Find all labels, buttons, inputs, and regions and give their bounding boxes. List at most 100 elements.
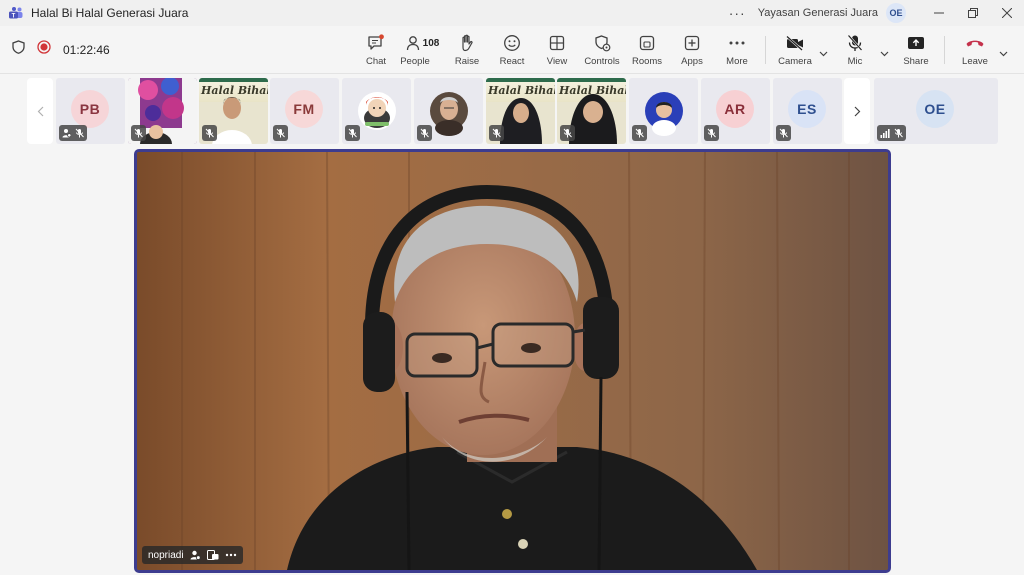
participant-tile[interactable]: Halal Bihalal (199, 78, 268, 144)
camera-options-chevron-icon[interactable] (819, 44, 828, 62)
self-view-tile[interactable]: OE (874, 78, 998, 144)
teams-logo-icon: T (9, 6, 23, 20)
svg-text:T: T (12, 13, 16, 19)
apps-button[interactable]: Apps (669, 32, 715, 70)
participant-tile[interactable] (414, 78, 483, 144)
mic-muted-icon (563, 128, 572, 138)
attendee-icon (62, 129, 71, 138)
attendee-icon (190, 550, 201, 560)
chat-icon (367, 32, 385, 54)
chat-button[interactable]: Chat (353, 32, 399, 70)
speaker-name: nopriadi (148, 549, 184, 561)
main-speaker-video[interactable]: nopriadi (134, 149, 891, 573)
chevron-left-icon (37, 106, 43, 116)
leave-label: Leave (962, 56, 988, 67)
rooms-label: Rooms (631, 56, 663, 67)
shield-icon[interactable] (12, 40, 25, 59)
organization-name: Yayasan Generasi Juara (757, 7, 878, 19)
minimize-icon[interactable] (922, 0, 956, 26)
add-apps-icon (684, 32, 700, 54)
leave-button[interactable]: Leave (952, 32, 998, 70)
mic-off-icon (847, 32, 863, 54)
react-button[interactable]: React (489, 32, 535, 70)
participant-status-badge (489, 125, 504, 141)
smiley-icon (503, 32, 521, 54)
mic-muted-icon (707, 128, 716, 138)
participant-strip: PB Halal Bihalal (0, 76, 1024, 148)
participant-status-badge (704, 125, 719, 141)
toolbar-divider (944, 36, 945, 64)
mic-muted-icon (348, 128, 357, 138)
hang-up-icon (965, 32, 985, 54)
restore-icon[interactable] (956, 0, 990, 26)
participant-avatar: PB (71, 90, 109, 128)
mic-muted-icon (492, 128, 501, 138)
participant-status-badge (59, 125, 87, 141)
participant-status-badge (560, 125, 575, 141)
participant-tile[interactable]: Halal Bihalal (557, 78, 626, 144)
title-bar: T Halal Bi Halal Generasi Juara ··· Yaya… (0, 0, 1024, 26)
participant-tile[interactable]: ES (773, 78, 842, 144)
mic-label: Mic (847, 56, 863, 67)
rooms-icon (639, 32, 655, 54)
participant-status-badge (776, 125, 791, 141)
controls-button[interactable]: Controls (579, 32, 625, 70)
speaker-video-feed (137, 152, 888, 570)
grid-view-icon (549, 32, 565, 54)
rooms-button[interactable]: Rooms (624, 32, 670, 70)
participant-status-badge (632, 125, 647, 141)
more-label: More (726, 56, 748, 67)
participant-tile[interactable]: Halal Bihalal (486, 78, 555, 144)
participant-tile[interactable] (342, 78, 411, 144)
participant-avatar: FM (285, 90, 323, 128)
mic-muted-icon (420, 128, 429, 138)
share-button[interactable]: Share (893, 32, 939, 70)
participant-status-badge (131, 125, 146, 141)
meeting-timer: 01:22:46 (63, 42, 110, 57)
participant-tile[interactable] (629, 78, 698, 144)
mic-muted-icon (779, 128, 788, 138)
meeting-toolbar: 01:22:46 Chat 108 People Raise React Vie… (0, 26, 1024, 74)
raise-hand-button[interactable]: Raise (444, 32, 490, 70)
participant-status-badge (417, 125, 432, 141)
people-label: People (400, 56, 430, 67)
close-icon[interactable] (990, 0, 1024, 26)
participant-tile[interactable]: AR (701, 78, 770, 144)
view-button[interactable]: View (534, 32, 580, 70)
people-button[interactable]: 108 People (399, 32, 445, 70)
raise-hand-icon (459, 32, 475, 54)
next-participants-button[interactable] (844, 78, 870, 144)
participant-tile[interactable] (128, 78, 197, 144)
leave-options-chevron-icon[interactable] (999, 44, 1008, 62)
more-options-icon[interactable] (225, 553, 237, 557)
controls-label: Controls (584, 56, 620, 67)
user-avatar[interactable]: OE (886, 3, 906, 23)
speaker-name-tag: nopriadi (142, 546, 243, 564)
previous-participants-button[interactable] (27, 78, 53, 144)
participant-tile[interactable]: PB (56, 78, 125, 144)
camera-off-icon (785, 32, 805, 54)
chevron-right-icon (854, 106, 860, 116)
toolbar-divider (765, 36, 766, 64)
participant-avatar: ES (788, 90, 826, 128)
mic-muted-icon (894, 128, 903, 138)
more-button[interactable]: More (714, 32, 760, 70)
mic-muted-icon (635, 128, 644, 138)
raise-label: Raise (454, 56, 480, 67)
apps-label: Apps (681, 56, 703, 67)
mic-muted-icon (205, 128, 214, 138)
participant-avatar: AR (716, 90, 754, 128)
shield-settings-icon (594, 32, 611, 54)
mic-muted-icon (134, 128, 143, 138)
more-options-icon[interactable]: ··· (729, 5, 746, 21)
pin-video-icon[interactable] (206, 550, 219, 560)
participant-status-badge (345, 125, 360, 141)
react-label: React (499, 56, 525, 67)
participant-tile[interactable]: FM (270, 78, 339, 144)
camera-button[interactable]: Camera (772, 32, 818, 70)
recording-icon (37, 40, 51, 59)
mic-options-chevron-icon[interactable] (880, 44, 889, 62)
participant-status-badge (877, 125, 906, 141)
mic-button[interactable]: Mic (832, 32, 878, 70)
participant-status-badge (202, 125, 217, 141)
